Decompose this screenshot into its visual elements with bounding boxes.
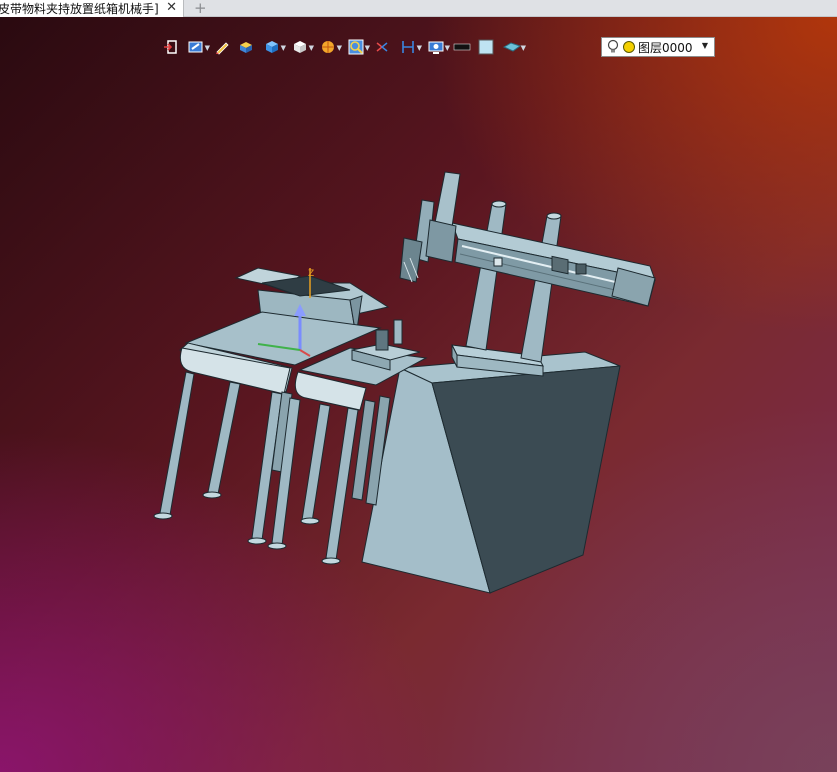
layer-selector[interactable]: 图层0000 ▼ (601, 37, 715, 57)
sketch-pen-icon (216, 42, 229, 55)
zoom-fit-button[interactable]: ▼ (342, 36, 370, 58)
exit-icon (164, 40, 177, 54)
wireframe-button[interactable]: ▼ (286, 36, 314, 58)
document-tab[interactable]: 皮带物料夹持放置纸箱机械手] ✕ (0, 0, 184, 17)
mirror-icon (376, 42, 388, 52)
machine-cabinet[interactable] (361, 351, 621, 594)
document-tab-title: 皮带物料夹持放置纸箱机械手] (0, 2, 159, 16)
zoom-fit-icon (348, 39, 364, 55)
sketch-button[interactable] (210, 36, 234, 58)
fill-color-button[interactable] (474, 36, 498, 58)
view-orient-icon (188, 41, 203, 53)
display-settings-button[interactable]: ▼ (422, 36, 450, 58)
cube-view-button[interactable]: ▼ (258, 36, 286, 58)
line-color-icon (453, 43, 471, 51)
robot-column-right[interactable] (520, 212, 562, 363)
gripper-cylinder[interactable] (399, 171, 461, 283)
close-tab-icon[interactable]: ✕ (166, 0, 177, 16)
mirror-button[interactable] (370, 36, 394, 58)
document-tabbar: 皮带物料夹持放置纸箱机械手] ✕ + (0, 0, 837, 17)
robot-column-left[interactable] (465, 200, 507, 351)
layer-status-icon (623, 41, 635, 53)
view-toolbar: ▼ ▼ ▼ ▼ ▼ ▼ ▼ ▼ (158, 35, 526, 59)
render-style-button[interactable]: ▼ (314, 36, 342, 58)
3d-viewport[interactable]: Z ▼ ▼ ▼ ▼ ▼ ▼ ▼ ▼ 图层0000 ▼ (0, 17, 837, 772)
cube-view-icon (266, 41, 278, 53)
layer-name: 图层0000 (638, 40, 693, 55)
measure-button[interactable]: ▼ (394, 36, 422, 58)
measure-icon (402, 41, 414, 53)
solid-box-button[interactable] (234, 36, 258, 58)
svg-text:Z: Z (308, 269, 314, 279)
line-color-button[interactable] (450, 36, 474, 58)
3d-model-scene[interactable]: Z (0, 17, 837, 772)
surface-icon (503, 42, 521, 52)
new-tab-button[interactable]: + (194, 0, 207, 17)
solid-box-icon (240, 42, 252, 53)
display-settings-icon (428, 41, 444, 54)
view-orient-button[interactable]: ▼ (182, 36, 210, 58)
render-style-icon (322, 41, 334, 53)
lightbulb-icon (607, 39, 619, 53)
exit-button[interactable] (158, 36, 182, 58)
surface-button[interactable]: ▼ (498, 36, 526, 58)
chevron-down-icon[interactable]: ▼ (702, 41, 708, 50)
fill-color-icon (478, 39, 494, 55)
chevron-down-icon: ▼ (520, 44, 526, 52)
wireframe-cube-icon (294, 41, 306, 53)
